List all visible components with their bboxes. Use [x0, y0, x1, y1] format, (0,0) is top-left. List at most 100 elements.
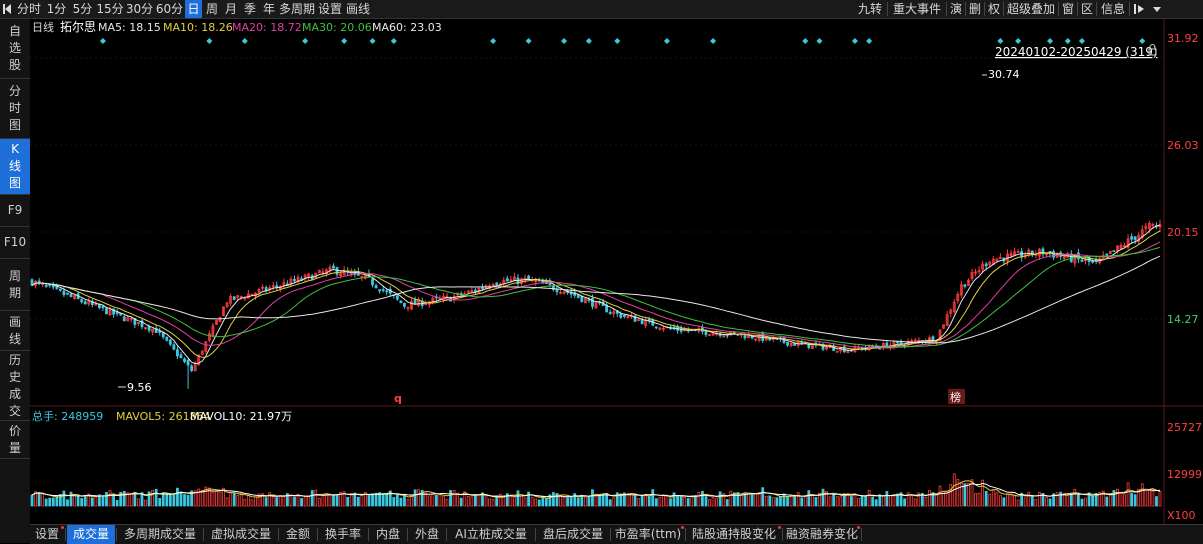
volume-bar: [310, 490, 314, 507]
tool-button-2[interactable]: 演: [948, 0, 964, 18]
indicator-tab-10[interactable]: 市盈率(ttm): [612, 525, 684, 544]
exit-icon[interactable]: [1133, 0, 1147, 18]
period-tab-11[interactable]: 多周期: [279, 0, 315, 18]
rank-marker[interactable]: 榜: [950, 390, 961, 404]
volume-bar: [495, 496, 499, 507]
period-tab-7[interactable]: 周: [203, 0, 221, 18]
first-page-icon[interactable]: [0, 0, 14, 18]
side-nav-item-2[interactable]: K线图K线图: [0, 139, 30, 195]
tool-button-7[interactable]: 区: [1079, 0, 1095, 18]
toolbar-separator: [1077, 2, 1078, 16]
side-nav-item-4[interactable]: F10F10: [0, 227, 30, 259]
indicator-tab-7[interactable]: 外盘: [409, 525, 445, 544]
period-tab-12[interactable]: 设置: [316, 0, 344, 18]
tool-button-8[interactable]: 信息: [1098, 0, 1128, 18]
candle-body: [147, 326, 151, 331]
toolbar-separator: [1003, 2, 1004, 16]
volume-bar: [158, 498, 162, 507]
volume-bar: [1080, 498, 1084, 507]
indicator-tab-0[interactable]: 设置: [30, 525, 64, 544]
side-nav-char: 史: [8, 369, 21, 384]
period-tab-8[interactable]: 月: [222, 0, 240, 18]
volume-bar: [413, 489, 417, 507]
tool-button-3[interactable]: 删: [967, 0, 983, 18]
volume-bar: [849, 496, 853, 507]
volume-bar: [403, 494, 406, 507]
dropdown-icon[interactable]: [1150, 0, 1164, 18]
indicator-tab-1[interactable]: 成交量: [67, 525, 115, 544]
period-tab-3[interactable]: 15分: [96, 0, 124, 18]
volume-bar: [80, 498, 84, 507]
candle-body: [403, 302, 406, 307]
volume-bar: [786, 496, 789, 507]
candle-body: [1130, 236, 1134, 240]
side-nav-item-5[interactable]: 周期周期: [0, 259, 30, 311]
volume-bar: [392, 497, 396, 507]
event-marker-q[interactable]: q: [394, 392, 402, 405]
date-range[interactable]: 20240102-20250429 (319): [995, 45, 1158, 59]
volume-bar: [1133, 494, 1137, 507]
volume-bar: [761, 487, 765, 507]
side-nav-item-7[interactable]: 历史成交历史成交: [0, 351, 30, 421]
side-nav-item-8[interactable]: 价量价量: [0, 421, 30, 459]
indicator-tab-5[interactable]: 换手率: [319, 525, 367, 544]
indicator-tab-9[interactable]: 盘后成交量: [537, 525, 609, 544]
period-tab-10[interactable]: 年: [260, 0, 278, 18]
indicator-tab-2[interactable]: 多周期成交量: [118, 525, 202, 544]
side-nav-item-6[interactable]: 画线画线: [0, 311, 30, 351]
side-nav-char: 股: [8, 58, 21, 72]
period-tab-4[interactable]: 30分: [125, 0, 154, 18]
period-tab-6[interactable]: 日: [185, 0, 202, 18]
tab-separator: [782, 528, 783, 541]
side-nav-char: 价: [8, 423, 21, 438]
candle-body: [654, 326, 658, 329]
indicator-tab-8[interactable]: AI立桩成交量: [448, 525, 534, 544]
candle-body: [353, 272, 357, 275]
tab-separator: [278, 528, 279, 541]
volume-bar: [669, 498, 672, 507]
volume-bar: [434, 494, 438, 507]
indicator-tab-4[interactable]: 金额: [280, 525, 316, 544]
period-tab-0[interactable]: 分时: [15, 0, 43, 18]
volume-bar: [541, 496, 545, 507]
indicator-tab-6[interactable]: 内盘: [370, 525, 406, 544]
side-nav-item-3[interactable]: F9F9: [0, 195, 30, 227]
tab-separator: [368, 528, 369, 541]
candle-body: [576, 294, 580, 298]
ma10-label: MA10: 18.26: [163, 21, 233, 34]
candle-body: [264, 287, 268, 291]
indicator-tab-11[interactable]: 陆股通持股变化: [687, 525, 781, 544]
period-tab-13[interactable]: 画线: [345, 0, 371, 18]
volume-bar: [782, 493, 786, 507]
volume-bar: [672, 492, 676, 507]
period-tab-2[interactable]: 5分: [70, 0, 95, 18]
candle-body: [1133, 236, 1137, 241]
period-tab-5[interactable]: 60分: [155, 0, 184, 18]
period-tab-1[interactable]: 1分: [44, 0, 69, 18]
ma5-label: MA5: 18.15: [98, 21, 161, 34]
tool-button-1[interactable]: 重大事件: [889, 0, 945, 18]
side-nav-item-1[interactable]: 分时图分时图: [0, 79, 30, 139]
tool-button-0[interactable]: 九转: [854, 0, 886, 18]
volume-bar: [335, 494, 339, 507]
volume-bar: [516, 490, 520, 507]
indicator-tab-12[interactable]: 融资融券变化: [784, 525, 860, 544]
volume-bar: [871, 496, 875, 507]
volume-bar: [356, 496, 360, 507]
indicator-tab-3[interactable]: 虚拟成交量: [205, 525, 277, 544]
volume-bar: [133, 491, 137, 507]
volume-bar: [704, 496, 708, 507]
side-nav-item-0[interactable]: 自选股自选股: [0, 19, 30, 79]
candle-body: [122, 316, 126, 322]
volume-bar: [693, 495, 697, 507]
tool-button-4[interactable]: 权: [986, 0, 1002, 18]
candle-body: [622, 315, 626, 317]
tab-separator: [317, 528, 318, 541]
volume-bar: [1077, 493, 1080, 507]
tab-separator: [65, 528, 66, 541]
period-tab-9[interactable]: 季: [241, 0, 259, 18]
volume-bar: [647, 496, 651, 507]
kline-chart[interactable]: 日线 拓尔思 MA5: 18.15 MA10: 18.26 MA20: 18.7…: [30, 19, 1203, 524]
tool-button-5[interactable]: 超级叠加: [1005, 0, 1057, 18]
tool-button-6[interactable]: 窗: [1060, 0, 1076, 18]
